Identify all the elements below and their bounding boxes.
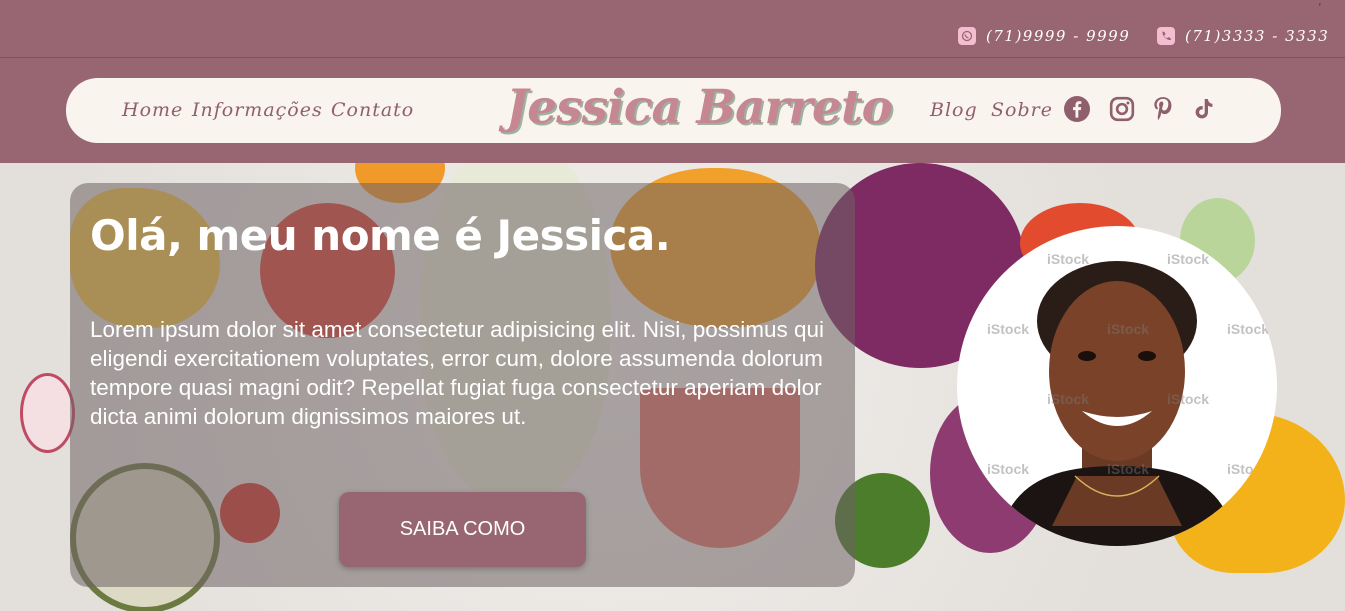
pinterest-icon[interactable] xyxy=(1149,95,1177,123)
watermark-text: iStock xyxy=(1107,321,1150,337)
nav-link-home[interactable]: Home xyxy=(122,99,183,121)
phone-number: (71)3333 - 3333 xyxy=(1185,27,1330,45)
watermark-text: iStock xyxy=(1047,251,1090,267)
hero-title: Olá, meu nome é Jessica. xyxy=(90,211,671,260)
watermark-text: iStock xyxy=(1227,321,1270,337)
watermark-text: iStock xyxy=(1167,391,1210,407)
nav-link-blog[interactable]: Blog xyxy=(930,99,978,121)
watermark-text: iStock xyxy=(987,321,1030,337)
site-header: Home Informações Contato Jessica Barreto… xyxy=(0,58,1345,163)
portrait-illustration xyxy=(997,261,1237,546)
tiktok-icon[interactable] xyxy=(1191,95,1219,123)
whatsapp-contact[interactable]: (71)9999 - 9999 xyxy=(958,27,1130,45)
hero-card: Olá, meu nome é Jessica. Lorem ipsum dol… xyxy=(70,183,855,587)
main-navigation: Home Informações Contato Jessica Barreto… xyxy=(66,78,1281,143)
profile-photo: iStock iStock iStock iStock iStock iStoc… xyxy=(957,226,1277,546)
hero-section: Olá, meu nome é Jessica. Lorem ipsum dol… xyxy=(0,163,1345,611)
watermark-text: iStock xyxy=(1167,251,1210,267)
top-contact-bar: ʼ (71)9999 - 9999 (71)3333 - 3333 xyxy=(0,0,1345,58)
brand-logo[interactable]: Jessica Barreto xyxy=(506,80,893,135)
nav-link-sobre[interactable]: Sobre xyxy=(991,99,1053,121)
facebook-icon[interactable] xyxy=(1063,95,1091,123)
watermark-text: iStock xyxy=(1107,461,1150,477)
phone-icon xyxy=(1157,27,1175,45)
nav-link-informacoes[interactable]: Informações xyxy=(192,99,323,121)
saiba-como-button[interactable]: SAIBA COMO xyxy=(339,492,586,567)
nav-link-contato[interactable]: Contato xyxy=(331,99,414,121)
whatsapp-number: (71)9999 - 9999 xyxy=(986,27,1131,45)
hero-description: Lorem ipsum dolor sit amet consectetur a… xyxy=(90,317,825,429)
watermark-text: iStock xyxy=(987,461,1030,477)
radish-shape xyxy=(20,373,75,453)
phone-contact[interactable]: (71)3333 - 3333 xyxy=(1157,27,1329,45)
whatsapp-icon xyxy=(958,27,976,45)
watermark-text: iStock xyxy=(1047,391,1090,407)
corner-mark: ʼ xyxy=(1318,3,1321,14)
watermark-text: iStock xyxy=(1227,461,1270,477)
instagram-icon[interactable] xyxy=(1108,95,1136,123)
